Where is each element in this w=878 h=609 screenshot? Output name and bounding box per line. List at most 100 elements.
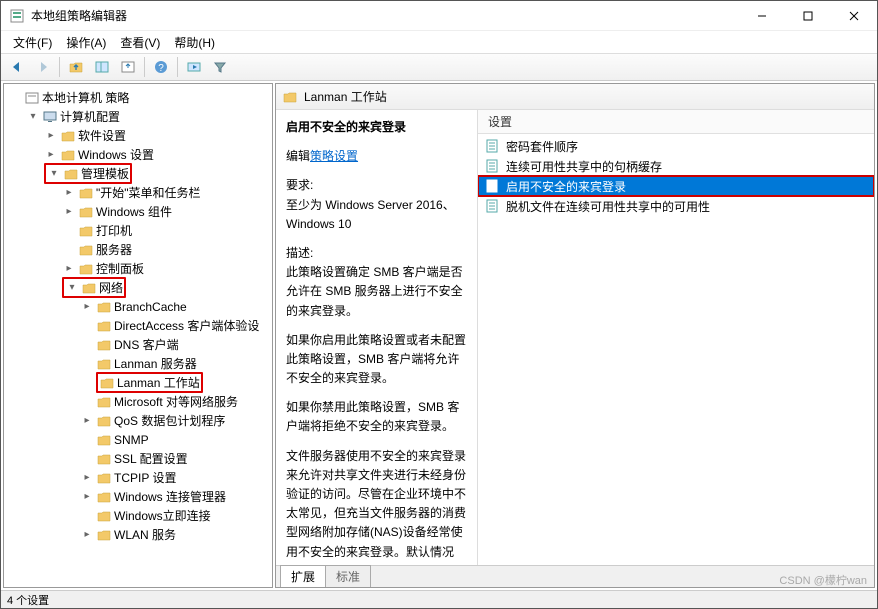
forward-button[interactable] bbox=[31, 55, 55, 79]
tree-label: 软件设置 bbox=[78, 127, 126, 144]
tree-item[interactable]: ▸WLAN 服务 bbox=[80, 525, 270, 544]
setting-label: 密码套件顺序 bbox=[506, 138, 578, 155]
tree-label: SSL 配置设置 bbox=[114, 450, 188, 467]
expander-icon[interactable]: ▸ bbox=[80, 415, 94, 426]
tree-label: 控制面板 bbox=[96, 260, 144, 277]
tree-admin-templates[interactable]: ▾ 管理模板 bbox=[44, 164, 270, 183]
setting-item[interactable]: 密码套件顺序 bbox=[478, 136, 874, 156]
tree-label: BranchCache bbox=[114, 300, 187, 314]
folder-icon bbox=[78, 204, 94, 220]
tree-start-taskbar[interactable]: ▸ "开始"菜单和任务栏 bbox=[62, 183, 270, 202]
tree-control-panel[interactable]: ▸ 控制面板 bbox=[62, 259, 270, 278]
menu-view[interactable]: 查看(V) bbox=[114, 32, 166, 53]
tree-servers[interactable]: 服务器 bbox=[62, 240, 270, 259]
tree-item[interactable]: ▸ QoS 数据包计划程序 bbox=[80, 411, 270, 430]
tree-label: Windows立即连接 bbox=[114, 507, 211, 524]
content-pane: Lanman 工作站 启用不安全的来宾登录 编辑策略设置 要求:至少为 Wind… bbox=[275, 83, 875, 588]
close-button[interactable] bbox=[831, 1, 877, 31]
show-hide-tree-button[interactable] bbox=[90, 55, 114, 79]
tree-label: 管理模板 bbox=[81, 165, 129, 182]
edit-policy-link[interactable]: 策略设置 bbox=[310, 149, 358, 163]
export-list-button[interactable] bbox=[116, 55, 140, 79]
tree-item[interactable]: Microsoft 对等网络服务 bbox=[80, 392, 270, 411]
tree-label: "开始"菜单和任务栏 bbox=[96, 184, 201, 201]
folder-icon bbox=[96, 470, 112, 486]
expander-icon[interactable]: ▸ bbox=[62, 187, 76, 198]
folder-icon bbox=[96, 432, 112, 448]
menu-action[interactable]: 操作(A) bbox=[60, 32, 112, 53]
expander-icon[interactable]: ▸ bbox=[44, 130, 58, 141]
menu-help[interactable]: 帮助(H) bbox=[168, 32, 221, 53]
policy-title: 启用不安全的来宾登录 bbox=[286, 118, 467, 137]
toolbar-separator bbox=[177, 57, 178, 77]
status-text: 4 个设置 bbox=[7, 592, 49, 608]
tree-label: Lanman 服务器 bbox=[114, 355, 197, 372]
tree-item[interactable]: ▸ BranchCache bbox=[80, 297, 270, 316]
breadcrumb-title: Lanman 工作站 bbox=[304, 88, 387, 105]
tree-item[interactable]: SSL 配置设置 bbox=[80, 449, 270, 468]
tree-windows-settings[interactable]: ▸ Windows 设置 bbox=[44, 145, 270, 164]
tab-extended[interactable]: 扩展 bbox=[280, 565, 326, 587]
tree-item[interactable]: DirectAccess 客户端体验设 bbox=[80, 316, 270, 335]
tree-item[interactable]: SNMP bbox=[80, 430, 270, 449]
tree-label: QoS 数据包计划程序 bbox=[114, 412, 225, 429]
expander-icon[interactable]: ▸ bbox=[62, 263, 76, 274]
tree-computer-config[interactable]: ▾ 计算机配置 bbox=[26, 107, 270, 126]
tree-item[interactable]: ▸Windows 连接管理器 bbox=[80, 487, 270, 506]
tree-label: Windows 组件 bbox=[96, 203, 172, 220]
tree-item[interactable]: Windows立即连接 bbox=[80, 506, 270, 525]
policy-icon bbox=[484, 158, 500, 174]
maximize-button[interactable] bbox=[785, 1, 831, 31]
tree-label: 打印机 bbox=[96, 222, 132, 239]
folder-icon bbox=[96, 508, 112, 524]
tree-label: Windows 设置 bbox=[78, 146, 154, 163]
expander-icon[interactable]: ▾ bbox=[65, 282, 79, 293]
folder-icon bbox=[60, 128, 76, 144]
policy-icon bbox=[484, 178, 500, 194]
policy-icon bbox=[484, 198, 500, 214]
setting-item[interactable]: 连续可用性共享中的句柄缓存 bbox=[478, 156, 874, 176]
description-pane: 启用不安全的来宾登录 编辑策略设置 要求:至少为 Windows Server … bbox=[276, 110, 478, 565]
edit-label: 编辑 bbox=[286, 149, 310, 163]
filter-button[interactable] bbox=[208, 55, 232, 79]
tree-network[interactable]: ▾ 网络 bbox=[62, 278, 270, 297]
minimize-button[interactable] bbox=[739, 1, 785, 31]
up-button[interactable] bbox=[64, 55, 88, 79]
expander-icon[interactable]: ▸ bbox=[80, 301, 94, 312]
run-button[interactable] bbox=[182, 55, 206, 79]
menu-bar: 文件(F) 操作(A) 查看(V) 帮助(H) bbox=[1, 31, 877, 53]
setting-label: 启用不安全的来宾登录 bbox=[506, 178, 626, 195]
description-text: 如果你禁用此策略设置，SMB 客户端将拒绝不安全的来宾登录。 bbox=[286, 398, 467, 436]
tree-printers[interactable]: 打印机 bbox=[62, 221, 270, 240]
back-button[interactable] bbox=[5, 55, 29, 79]
tree-pane[interactable]: 本地计算机 策略 ▾ 计算机配置 ▸ 软件设置 ▸ Windows 设置 bbox=[3, 83, 273, 588]
expander-icon[interactable]: ▸ bbox=[80, 491, 94, 502]
computer-icon bbox=[42, 109, 58, 125]
tree-software-settings[interactable]: ▸ 软件设置 bbox=[44, 126, 270, 145]
menu-file[interactable]: 文件(F) bbox=[7, 32, 58, 53]
expander-icon[interactable]: ▸ bbox=[62, 206, 76, 217]
tree-item[interactable]: Lanman 服务器 bbox=[80, 354, 270, 373]
expander-icon[interactable]: ▾ bbox=[26, 111, 40, 122]
status-bar: 4 个设置 bbox=[1, 590, 877, 608]
expander-icon[interactable]: ▸ bbox=[44, 149, 58, 160]
tab-standard[interactable]: 标准 bbox=[325, 565, 371, 587]
setting-item[interactable]: 脱机文件在连续可用性共享中的可用性 bbox=[478, 196, 874, 216]
tree-item[interactable]: ▸TCPIP 设置 bbox=[80, 468, 270, 487]
window-title: 本地组策略编辑器 bbox=[31, 7, 739, 24]
folder-icon bbox=[81, 280, 97, 296]
tree-root[interactable]: 本地计算机 策略 bbox=[8, 88, 270, 107]
tree-windows-components[interactable]: ▸ Windows 组件 bbox=[62, 202, 270, 221]
setting-item[interactable]: 启用不安全的来宾登录 bbox=[478, 176, 874, 196]
column-header-setting[interactable]: 设置 bbox=[478, 110, 874, 134]
folder-icon bbox=[96, 394, 112, 410]
tree-item[interactable]: DNS 客户端 bbox=[80, 335, 270, 354]
setting-label: 脱机文件在连续可用性共享中的可用性 bbox=[506, 198, 710, 215]
watermark: CSDN @檬柠wan bbox=[779, 572, 867, 588]
tree-lanman-workstation[interactable]: Lanman 工作站 bbox=[80, 373, 270, 392]
expander-icon[interactable]: ▸ bbox=[80, 529, 94, 540]
expander-icon[interactable]: ▾ bbox=[47, 168, 61, 179]
help-button[interactable]: ? bbox=[149, 55, 173, 79]
svg-text:?: ? bbox=[158, 63, 164, 74]
expander-icon[interactable]: ▸ bbox=[80, 472, 94, 483]
